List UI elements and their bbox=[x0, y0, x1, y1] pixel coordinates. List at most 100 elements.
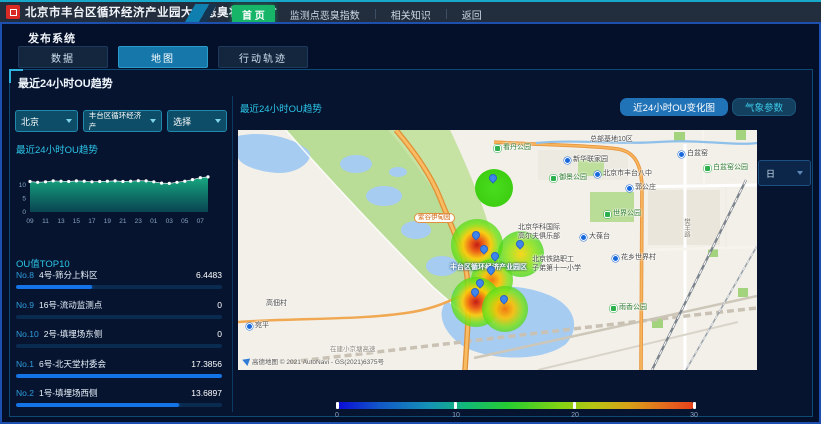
colorbar-tick-label: 0 bbox=[335, 412, 339, 419]
svg-text:01: 01 bbox=[150, 218, 158, 225]
chevron-down-icon bbox=[66, 119, 72, 123]
svg-text:23: 23 bbox=[135, 218, 143, 225]
period-select[interactable]: 日 bbox=[758, 160, 811, 186]
map-label: 北京华科国际 bbox=[518, 224, 560, 232]
park-icon bbox=[604, 211, 611, 218]
map-label: 郭公庄 bbox=[626, 184, 656, 192]
value-bar-track bbox=[16, 374, 222, 378]
map-label: 宛平 bbox=[246, 322, 269, 330]
chevron-down-icon bbox=[150, 119, 156, 123]
svg-text:03: 03 bbox=[166, 218, 174, 225]
site-name: 6号-北天堂村委会 bbox=[39, 358, 191, 370]
logo-glyph bbox=[10, 9, 17, 16]
map-label: 大葆台 bbox=[580, 233, 610, 241]
svg-text:11: 11 bbox=[42, 218, 49, 225]
nav-separator bbox=[375, 9, 376, 19]
value-bar-track bbox=[16, 315, 222, 319]
tab-track[interactable]: 行动轨迹 bbox=[218, 46, 308, 68]
svg-text:05: 05 bbox=[181, 218, 189, 225]
value-bar-fill bbox=[16, 285, 92, 289]
metro-icon bbox=[626, 185, 633, 192]
school-icon bbox=[612, 255, 619, 262]
value-bar-track bbox=[16, 344, 222, 348]
ou-value: 0 bbox=[217, 329, 222, 339]
map-label: 子弟第十一小学 bbox=[532, 265, 581, 273]
publish-system-label: 发布系统 bbox=[28, 30, 76, 46]
ou-top-list: No.8 4号-筛分上料区 6.4483 No.9 16号-流动监测点 0 bbox=[16, 269, 222, 417]
ou-trend-panel: 最近24小时OU趋势 北京 丰台区循环经济产 选择 最近24小时OU趋势 bbox=[9, 69, 813, 417]
map-label: 世界公园 bbox=[604, 210, 641, 218]
svg-text:10: 10 bbox=[19, 182, 27, 189]
value-bar-fill bbox=[16, 374, 222, 378]
map-toggle-buttons: 近24小时OU变化图 气象参数 bbox=[620, 98, 796, 116]
map-attribution: 高德地图 © 2021 AutoNavi - GS(2021)6375号 bbox=[242, 356, 384, 366]
map-label: 总部基地10区 bbox=[590, 136, 633, 144]
map-label: 樊羊路 bbox=[682, 218, 689, 238]
nav-item-odor-index[interactable]: 监测点恶臭指数 bbox=[286, 5, 364, 24]
ou-change-map-button[interactable]: 近24小时OU变化图 bbox=[620, 98, 728, 116]
list-item: No.9 16号-流动监测点 0 bbox=[16, 299, 222, 329]
tab-map[interactable]: 地图 bbox=[118, 46, 208, 68]
tab-data[interactable]: 数据 bbox=[18, 46, 108, 68]
nav-item-home[interactable]: 首 页 bbox=[232, 5, 275, 24]
svg-text:07: 07 bbox=[197, 218, 205, 225]
city-select[interactable]: 北京 bbox=[15, 110, 78, 132]
metro-icon bbox=[564, 157, 571, 164]
site-name: 2号-填埋场东侧 bbox=[44, 328, 218, 340]
colorbar-tick-label: 30 bbox=[690, 412, 698, 419]
map-label: 在建小京塘高速 bbox=[330, 346, 376, 353]
colorbar-tick-label: 10 bbox=[452, 412, 460, 419]
trend-chart-subtitle: 最近24小时OU趋势 bbox=[16, 142, 98, 156]
map-label: 雨香公园 bbox=[610, 304, 647, 312]
heat-blob bbox=[482, 286, 528, 332]
svg-text:15: 15 bbox=[73, 218, 81, 225]
colorbar-gradient bbox=[337, 402, 694, 409]
rank-label: No.2 bbox=[16, 388, 34, 398]
colorbar-tick bbox=[336, 402, 339, 409]
svg-text:0: 0 bbox=[22, 209, 26, 216]
colorbar-tick-label: 20 bbox=[571, 412, 579, 419]
list-item: No.1 6号-北天堂村委会 17.3856 bbox=[16, 358, 222, 388]
map-label: 高佃村 bbox=[266, 300, 287, 308]
metro-icon bbox=[678, 151, 685, 158]
svg-text:19: 19 bbox=[104, 218, 112, 225]
map-label: 高尔夫俱乐部 bbox=[518, 233, 560, 241]
ou-value: 13.6897 bbox=[191, 388, 222, 398]
site-name: 1号-填埋场西侧 bbox=[39, 387, 191, 399]
period-select-value: 日 bbox=[766, 167, 775, 180]
svg-text:5: 5 bbox=[22, 196, 26, 203]
list-item: No.2 1号-填埋场西侧 13.6897 bbox=[16, 387, 222, 417]
ou-value: 6.4483 bbox=[196, 270, 222, 280]
park-icon bbox=[704, 165, 711, 172]
amap-logo-icon bbox=[241, 356, 250, 366]
rank-label: No.1 bbox=[16, 359, 34, 369]
value-bar-track bbox=[16, 285, 222, 289]
list-item: No.8 4号-筛分上料区 6.4483 bbox=[16, 269, 222, 299]
ou-trend-chart: 0510091113151719212301030507 bbox=[12, 166, 224, 230]
header-slant-decoration bbox=[183, 4, 223, 24]
map-label: 紫谷伊甸园 bbox=[414, 213, 455, 223]
map-label: 北京铁路职工 bbox=[532, 256, 574, 264]
panel-title: 最近24小时OU趋势 bbox=[18, 75, 113, 91]
site-select[interactable]: 选择 bbox=[167, 110, 227, 132]
nav-item-back[interactable]: 返回 bbox=[458, 5, 486, 24]
rank-label: No.10 bbox=[16, 329, 39, 339]
site-select-value: 选择 bbox=[173, 115, 191, 128]
column-divider bbox=[232, 96, 233, 412]
weather-params-button[interactable]: 气象参数 bbox=[732, 98, 796, 116]
city-select-value: 北京 bbox=[21, 115, 39, 128]
park-select[interactable]: 丰台区循环经济产 bbox=[83, 110, 162, 132]
app-logo-icon bbox=[6, 5, 20, 19]
svg-text:13: 13 bbox=[57, 218, 65, 225]
nav-item-knowledge[interactable]: 相关知识 bbox=[387, 5, 435, 24]
school-icon bbox=[594, 171, 601, 178]
filter-row: 北京 丰台区循环经济产 选择 bbox=[15, 110, 227, 132]
value-bar-track bbox=[16, 403, 222, 407]
view-tabs: 数据 地图 行动轨迹 bbox=[18, 46, 308, 68]
park-icon bbox=[494, 145, 501, 152]
content-frame: 发布系统 数据 地图 行动轨迹 最近24小时OU趋势 北京 丰台区循环经济产 选… bbox=[0, 22, 821, 424]
map-label: 花乡世界村 bbox=[612, 254, 656, 262]
heatmap-map[interactable]: 高德地图 © 2021 AutoNavi - GS(2021)6375号 看丹公… bbox=[238, 130, 757, 370]
top-list-title: OU值TOP10 bbox=[16, 256, 70, 270]
trend-chart-svg: 0510091113151719212301030507 bbox=[12, 166, 224, 230]
